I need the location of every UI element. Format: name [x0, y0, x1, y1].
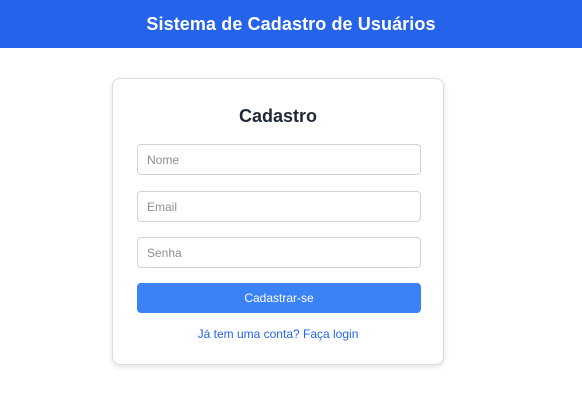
form-title: Cadastro — [238, 106, 318, 126]
signup-card: Cadastro Cadastrar-se Já tem uma conta? … — [112, 78, 444, 365]
app-header: Sistema de Cadastro de Usuários — [0, 0, 582, 48]
password-input[interactable] — [137, 237, 421, 268]
email-input[interactable] — [137, 191, 421, 222]
signup-button[interactable]: Cadastrar-se — [137, 283, 421, 313]
app-title: Sistema de Cadastro de Usuários — [146, 13, 436, 34]
name-input[interactable] — [137, 144, 421, 175]
login-link[interactable]: Já tem uma conta? Faça login — [113, 327, 443, 341]
